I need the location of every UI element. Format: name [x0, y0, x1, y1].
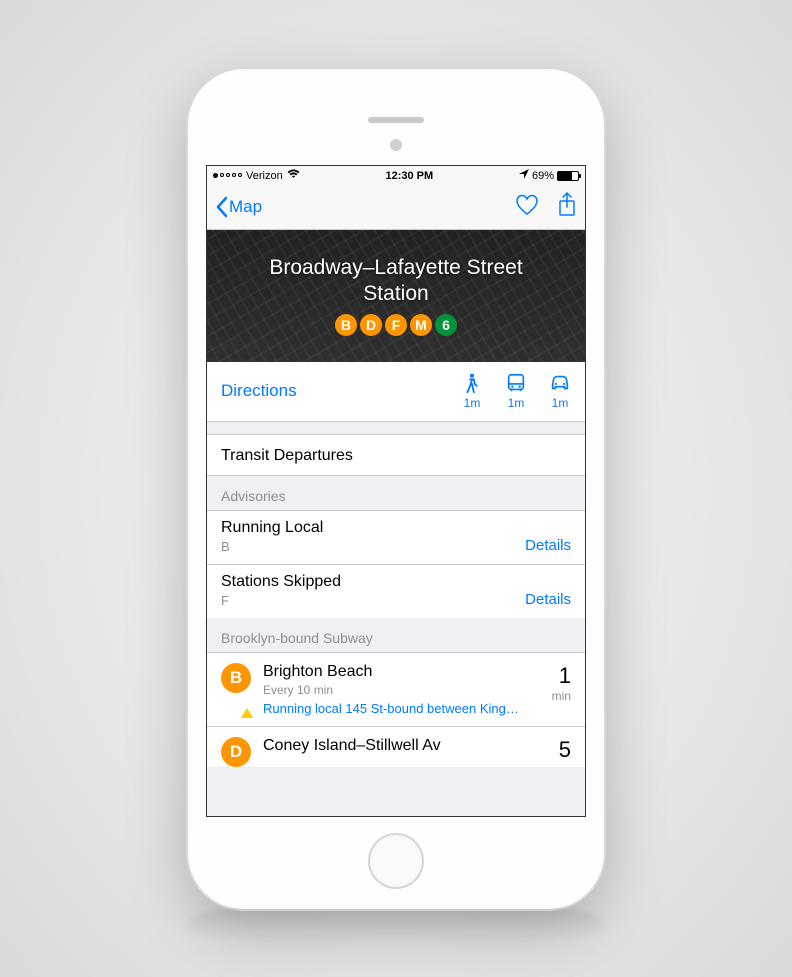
car-icon: [549, 372, 571, 394]
share-icon: [557, 192, 577, 218]
departure-time-value: 5: [559, 737, 571, 763]
departure-row[interactable]: B Brighton Beach Every 10 min Running lo…: [207, 652, 585, 726]
wifi-icon: [287, 169, 300, 182]
advisory-row[interactable]: Running Local B Details: [207, 510, 585, 564]
advisory-title: Stations Skipped: [221, 573, 571, 591]
transit-departures-header: Transit Departures: [207, 434, 585, 476]
advisory-details-link[interactable]: Details: [525, 591, 571, 608]
share-button[interactable]: [557, 192, 577, 223]
mode-drive[interactable]: 1m: [549, 372, 571, 410]
advisory-line: F: [221, 593, 571, 608]
carrier-label: Verizon: [246, 170, 283, 182]
departure-destination: Coney Island–Stillwell Av: [263, 737, 547, 755]
departure-destination: Brighton Beach: [263, 663, 540, 681]
station-hero: Broadway–Lafayette Street Station B D F …: [207, 230, 585, 362]
back-label: Map: [229, 197, 262, 217]
departure-time-unit: min: [552, 689, 571, 703]
subway-badge-f: F: [385, 314, 407, 336]
departure-time-value: 1: [552, 663, 571, 689]
station-title-line2: Station: [363, 282, 428, 305]
chevron-left-icon: [215, 196, 229, 218]
mode-transit[interactable]: 1m: [505, 372, 527, 410]
alert-icon: [241, 708, 253, 718]
home-button[interactable]: [368, 833, 424, 889]
phone-speaker: [368, 117, 424, 123]
mode-drive-time: 1m: [552, 396, 569, 410]
station-title-line1: Broadway–Lafayette Street: [269, 256, 522, 279]
mode-walk-time: 1m: [464, 396, 481, 410]
back-button[interactable]: Map: [215, 196, 262, 218]
status-time: 12:30 PM: [385, 170, 433, 182]
departure-frequency: Every 10 min: [263, 683, 540, 697]
departure-row[interactable]: D Coney Island–Stillwell Av 5: [207, 726, 585, 767]
mode-transit-time: 1m: [508, 396, 525, 410]
advisory-line: B: [221, 539, 571, 554]
subway-badge-b: B: [221, 663, 251, 693]
phone-frame: Verizon 12:30 PM 69% Map: [188, 69, 604, 909]
bus-icon: [505, 372, 527, 394]
subway-badge-d: D: [221, 737, 251, 767]
station-title: Broadway–Lafayette Street Station: [269, 255, 522, 305]
heart-icon: [515, 194, 539, 216]
battery-percent: 69%: [532, 170, 554, 182]
subway-badge-d: D: [360, 314, 382, 336]
subway-line-badges: B D F M 6: [335, 314, 457, 336]
mode-walk[interactable]: 1m: [461, 372, 483, 410]
walk-icon: [461, 372, 483, 394]
departure-note[interactable]: Running local 145 St-bound between King…: [263, 701, 540, 716]
status-bar: Verizon 12:30 PM 69%: [207, 166, 585, 186]
nav-bar: Map: [207, 186, 585, 230]
advisory-title: Running Local: [221, 519, 571, 537]
direction-header: Brooklyn-bound Subway: [207, 618, 585, 652]
directions-label: Directions: [221, 381, 461, 401]
signal-strength-icon: [213, 173, 242, 178]
advisory-details-link[interactable]: Details: [525, 537, 571, 554]
advisory-row[interactable]: Stations Skipped F Details: [207, 564, 585, 618]
phone-camera: [390, 139, 402, 151]
advisories-header: Advisories: [207, 476, 585, 510]
directions-bar[interactable]: Directions 1m 1m 1m: [207, 362, 585, 422]
favorite-button[interactable]: [515, 194, 539, 221]
subway-badge-6: 6: [435, 314, 457, 336]
battery-icon: [557, 171, 579, 181]
location-icon: [519, 169, 529, 182]
subway-badge-b: B: [335, 314, 357, 336]
subway-badge-m: M: [410, 314, 432, 336]
screen: Verizon 12:30 PM 69% Map: [206, 165, 586, 817]
